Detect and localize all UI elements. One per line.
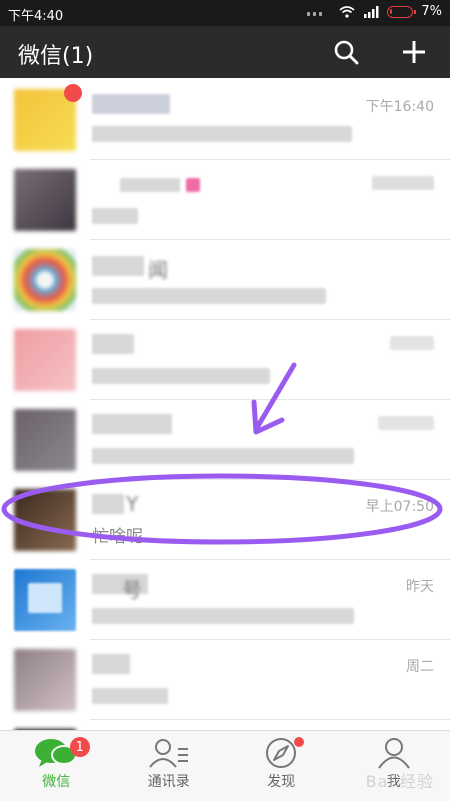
chat-item[interactable]: 号 昨天 [0,560,450,640]
chat-avatar [14,569,76,631]
tab-label: 微信 [42,771,70,791]
signal-dots-icon [307,8,331,16]
chat-time: 早上07:50 [366,496,434,516]
chat-name-blurred [92,414,172,434]
chat-preview-blurred [92,608,354,624]
chat-time: 周二 [406,656,434,676]
chat-preview-blurred [92,368,270,384]
chat-name-blurred [92,94,170,114]
chat-avatar [14,329,76,391]
chat-name-blurred [92,256,144,276]
chat-time-blurred [390,336,434,350]
page-title: 微信(1) [18,38,93,70]
chat-name-blurred [92,654,130,674]
chat-item[interactable] [0,320,450,400]
search-button[interactable] [328,34,364,70]
chat-name: Y [126,492,138,516]
chat-time-blurred [372,176,434,190]
wifi-icon [339,6,355,18]
chat-preview-blurred [92,288,326,304]
chat-time: 下午16:40 [366,96,434,116]
chat-preview-blurred [92,688,168,704]
chat-name-blurred [120,178,180,192]
chat-name-blurred [92,334,134,354]
chat-preview-blurred [92,448,354,464]
chat-avatar [14,409,76,471]
search-icon [333,39,359,65]
battery-percent: 7% [421,4,442,19]
cell-signal-icon [363,6,379,18]
chat-item[interactable] [0,720,450,730]
chat-avatar [14,169,76,231]
bottom-tab-bar: 1 微信 通讯录 发现 我 [0,730,450,801]
chat-item[interactable] [0,400,450,480]
status-icons: 7% [307,4,442,19]
chat-item[interactable]: 闻 [0,240,450,320]
chat-item[interactable]: 周二 [0,640,450,720]
chat-item[interactable]: 下午16:40 [0,80,450,160]
tab-contacts[interactable]: 通讯录 [113,731,226,801]
tab-discover[interactable]: 发现 [225,731,338,801]
chat-time-blurred [378,416,434,430]
new-content-dot [294,737,304,747]
chat-avatar [14,249,76,311]
chat-list[interactable]: 下午16:40 闻 [0,78,450,730]
person-icon [372,737,416,769]
app-header: 微信(1) [0,26,450,78]
chat-avatar [14,489,76,551]
chat-name: 闻 [148,254,168,283]
tab-me[interactable]: 我 [338,731,450,801]
contacts-icon [147,737,191,769]
add-button[interactable] [396,34,432,70]
chat-preview: 忙啥呢 [92,522,143,547]
status-time: 下午4:40 [8,5,63,24]
emoji-blurred [186,178,200,192]
tab-chats[interactable]: 1 微信 [0,731,113,801]
chat-item[interactable] [0,160,450,240]
tab-label: 通讯录 [148,771,190,791]
chat-preview-blurred [92,208,138,224]
status-bar: 下午4:40 7% [0,0,450,26]
chat-preview-blurred [92,126,352,142]
tab-label: 我 [387,771,401,791]
plus-icon [401,39,427,65]
battery-icon [387,6,413,18]
chat-name: 号 [122,574,142,603]
chat-item-highlighted[interactable]: Y 早上07:50 忙啥呢 [0,480,450,560]
unread-dot [64,84,82,102]
chat-time: 昨天 [406,576,434,596]
battery-level-fill [390,9,392,14]
tab-label: 发现 [267,771,295,791]
chat-name-blurred [92,494,124,514]
chat-avatar [14,649,76,711]
unread-count-badge: 1 [70,737,90,757]
